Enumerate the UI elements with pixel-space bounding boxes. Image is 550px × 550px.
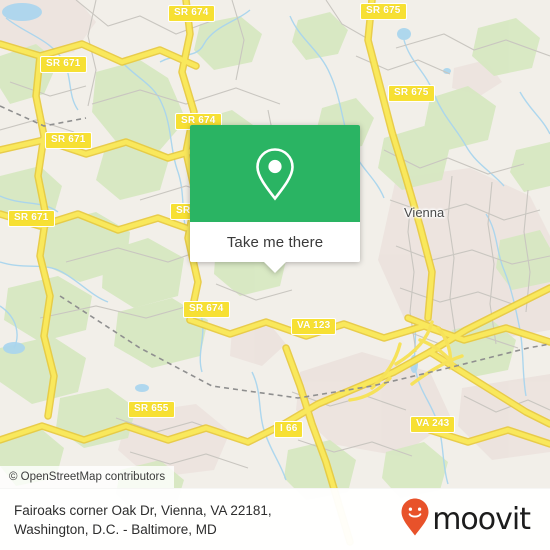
location-caption-line2: Washington, D.C. - Baltimore, MD [14,521,217,537]
location-pin-icon [255,147,295,201]
road-shield: SR 655 [128,401,175,418]
road-shield: SR 671 [45,132,92,149]
attribution-text: © OpenStreetMap contributors [9,471,166,483]
location-caption-line1: Fairoaks corner Oak Dr, Vienna, VA 22181… [14,502,272,518]
location-caption: Fairoaks corner Oak Dr, Vienna, VA 22181… [14,501,272,539]
road-shield: SR 674 [183,301,230,318]
moovit-wordmark: moovit [432,501,531,537]
road-shield: SR 671 [40,56,87,73]
road-shield: I 66 [274,421,304,438]
road-shield: SR 675 [388,85,435,102]
take-me-there-label: Take me there [226,233,324,251]
road-shield: SR 674 [168,5,215,22]
map-canvas[interactable]: SR 674 SR 675 SR 671 SR 675 SR 674 SR 67… [0,0,550,550]
road-shield: SR 675 [360,3,407,20]
moovit-logo[interactable]: moovit [401,498,536,541]
road-shield: SR 671 [8,210,55,227]
map-screenshot-root: SR 674 SR 675 SR 671 SR 675 SR 674 SR 67… [0,0,550,550]
moovit-smiley-pin-icon [401,498,429,541]
popup-tail-pointer [263,261,287,273]
road-shield: VA 123 [291,318,337,335]
place-label-vienna: Vienna [404,205,445,220]
road-shield: VA 243 [410,416,456,433]
popup-card-footer[interactable]: Take me there [190,222,360,262]
popup-card-body: Take me there [190,125,360,262]
map-attribution[interactable]: © OpenStreetMap contributors [0,466,175,488]
popup-card-header [190,125,360,222]
footer-bar: Fairoaks corner Oak Dr, Vienna, VA 22181… [0,488,550,550]
location-popup-card[interactable]: Take me there [190,125,360,273]
